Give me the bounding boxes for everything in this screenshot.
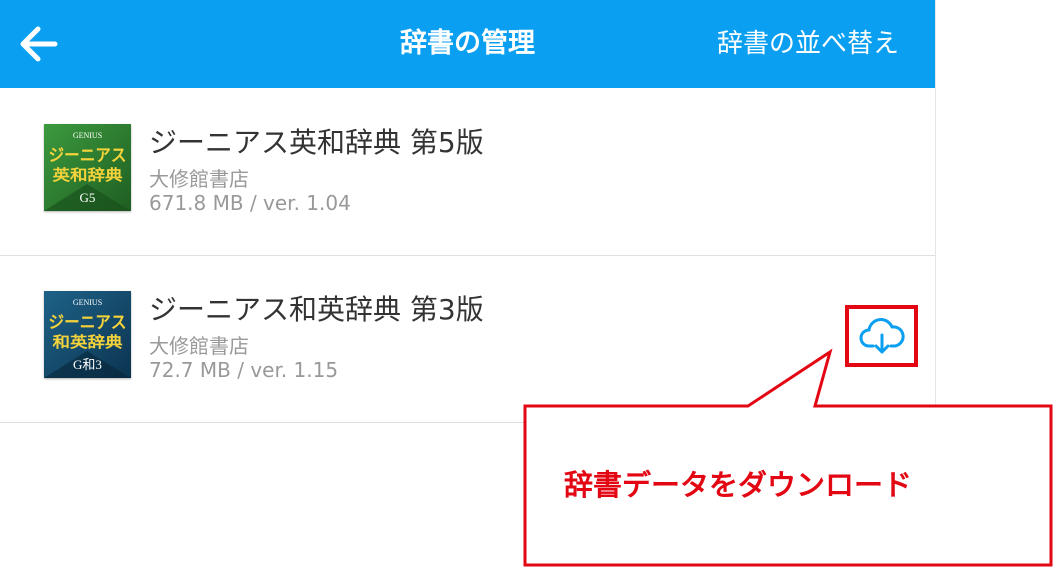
dictionary-name: ジーニアス和英辞典 第3版: [149, 293, 484, 326]
dictionary-size-version: 72.7 MB / ver. 1.15: [149, 358, 339, 382]
svg-text:GENIUS: GENIUS: [73, 131, 102, 140]
back-button[interactable]: [16, 22, 60, 66]
dictionary-size-version: 671.8 MB / ver. 1.04: [149, 191, 351, 215]
callout-text: 辞書データをダウンロード: [564, 468, 913, 502]
svg-text:英和辞典: 英和辞典: [53, 166, 123, 184]
svg-text:和英辞典: 和英辞典: [53, 333, 123, 351]
svg-text:ジーニアス: ジーニアス: [49, 146, 127, 166]
dictionary-publisher: 大修館書店: [149, 167, 249, 191]
svg-text:G5: G5: [80, 190, 96, 205]
dictionary-list-item[interactable]: GENIUS ジーニアス 英和辞典 G5 ジーニアス英和辞典 第5版 大修館書店…: [0, 89, 935, 256]
dictionary-manager-screen: 辞書の管理 辞書の並べ替え GENIUS ジーニアス 英和辞典 G5 ジーニアス…: [0, 0, 936, 423]
dictionary-name: ジーニアス英和辞典 第5版: [149, 126, 484, 159]
header-bar: 辞書の管理 辞書の並べ替え: [0, 0, 935, 88]
svg-text:G和3: G和3: [73, 357, 102, 372]
cloud-download-icon: [859, 318, 905, 354]
dictionary-cover-image: GENIUS ジーニアス 和英辞典 G和3: [44, 291, 131, 378]
page-title: 辞書の管理: [400, 28, 535, 59]
download-button[interactable]: [845, 305, 918, 367]
svg-text:ジーニアス: ジーニアス: [49, 313, 127, 333]
sort-dictionaries-button[interactable]: 辞書の並べ替え: [717, 0, 899, 88]
svg-text:GENIUS: GENIUS: [73, 298, 102, 307]
dictionary-publisher: 大修館書店: [149, 334, 249, 358]
dictionary-cover-image: GENIUS ジーニアス 英和辞典 G5: [44, 124, 131, 211]
dictionary-list-item[interactable]: GENIUS ジーニアス 和英辞典 G和3 ジーニアス和英辞典 第3版 大修館書…: [0, 256, 935, 422]
arrow-left-icon: [20, 26, 58, 62]
